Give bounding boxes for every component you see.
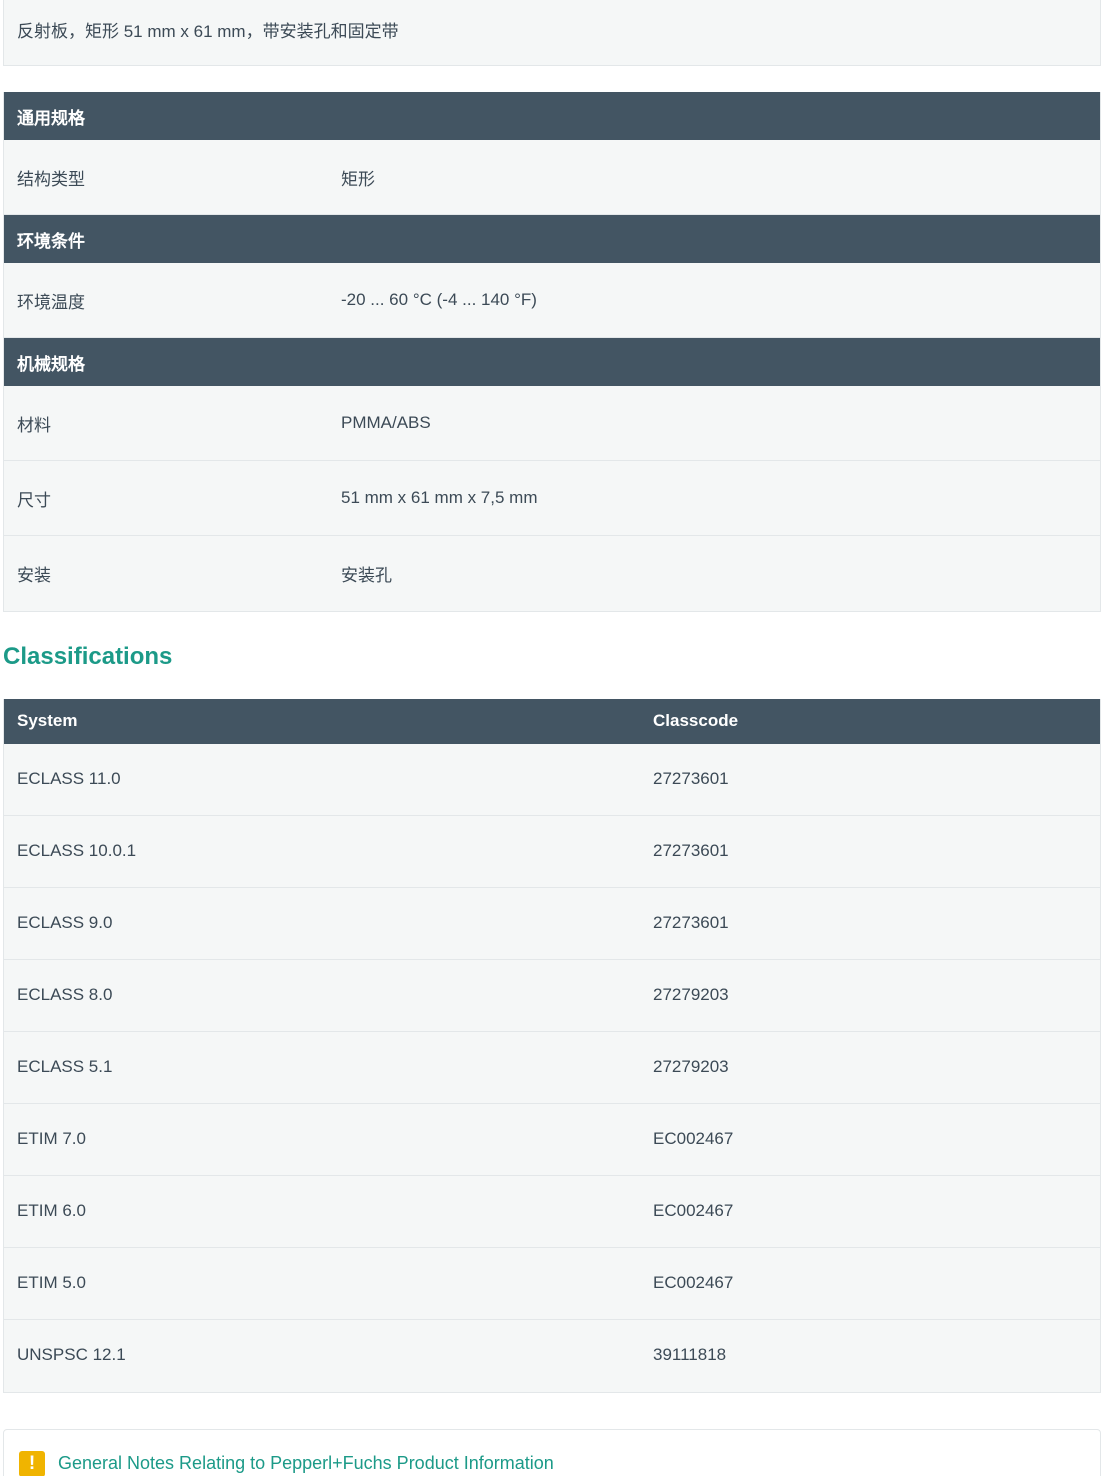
spec-section-mechanical-header: 机械规格: [4, 338, 1100, 386]
classcode-cell: 27279203: [653, 985, 729, 1004]
column-header-system: System: [17, 711, 78, 730]
table-row: ECLASS 9.0 27273601: [4, 888, 1100, 960]
section-title: 环境条件: [17, 231, 85, 251]
spec-row: 材料 PMMA/ABS: [4, 386, 1100, 461]
classcode-cell: EC002467: [653, 1201, 734, 1220]
section-title: 通用规格: [17, 108, 85, 128]
spec-label: 结构类型: [17, 169, 85, 189]
system-cell: ETIM 7.0: [17, 1129, 86, 1148]
product-description: 反射板，矩形 51 mm x 61 mm，带安装孔和固定带: [3, 0, 1101, 66]
section-title: 机械规格: [17, 354, 85, 374]
column-header-classcode: Classcode: [653, 711, 739, 730]
spec-value: -20 ... 60 °C (-4 ... 140 °F): [341, 290, 537, 309]
table-row: ETIM 6.0 EC002467: [4, 1176, 1100, 1248]
spec-section-general-header: 通用规格: [4, 92, 1100, 140]
table-row: ECLASS 11.0 27273601: [4, 744, 1100, 816]
classcode-cell: 27273601: [653, 769, 729, 788]
warning-icon: !: [19, 1451, 45, 1476]
spec-row: 安装 安装孔: [4, 536, 1100, 611]
system-cell: ETIM 6.0: [17, 1201, 86, 1220]
spec-label: 环境温度: [17, 292, 85, 312]
system-cell: ETIM 5.0: [17, 1273, 86, 1292]
classcode-cell: 27279203: [653, 1057, 729, 1076]
spec-value: 安装孔: [341, 566, 392, 585]
general-notes-box: ! General Notes Relating to Pepperl+Fuch…: [3, 1429, 1101, 1476]
table-row: UNSPSC 12.1 39111818: [4, 1320, 1100, 1392]
spec-label: 尺寸: [17, 490, 51, 510]
general-notes-link[interactable]: General Notes Relating to Pepperl+Fuchs …: [58, 1453, 554, 1474]
classcode-cell: EC002467: [653, 1273, 734, 1292]
spec-row: 环境温度 -20 ... 60 °C (-4 ... 140 °F): [4, 263, 1100, 338]
system-cell: ECLASS 5.1: [17, 1057, 113, 1076]
classcode-cell: 27273601: [653, 841, 729, 860]
table-row: ECLASS 5.1 27279203: [4, 1032, 1100, 1104]
classifications-header-row: System Classcode: [4, 699, 1100, 744]
spec-value: 51 mm x 61 mm x 7,5 mm: [341, 488, 538, 507]
system-cell: ECLASS 8.0: [17, 985, 113, 1004]
classcode-cell: 39111818: [653, 1345, 727, 1364]
system-cell: UNSPSC 12.1: [17, 1345, 126, 1364]
classcode-cell: EC002467: [653, 1129, 734, 1148]
classcode-cell: 27273601: [653, 913, 729, 932]
spec-row: 结构类型 矩形: [4, 140, 1100, 215]
spec-label: 安装: [17, 566, 51, 585]
spec-table: 通用规格 结构类型 矩形 环境条件 环境温度 -20 ... 60 °C (-4…: [3, 92, 1101, 612]
table-row: ECLASS 8.0 27279203: [4, 960, 1100, 1032]
product-description-text: 反射板，矩形 51 mm x 61 mm，带安装孔和固定带: [17, 22, 399, 41]
spec-row: 尺寸 51 mm x 61 mm x 7,5 mm: [4, 461, 1100, 536]
system-cell: ECLASS 9.0: [17, 913, 113, 932]
system-cell: ECLASS 11.0: [17, 769, 121, 788]
system-cell: ECLASS 10.0.1: [17, 841, 137, 860]
classifications-title: Classifications: [3, 643, 173, 670]
table-row: ETIM 7.0 EC002467: [4, 1104, 1100, 1176]
spec-section-environment-header: 环境条件: [4, 215, 1100, 263]
classifications-table: System Classcode ECLASS 11.0 27273601 EC…: [3, 699, 1101, 1393]
spec-label: 材料: [17, 415, 51, 435]
table-row: ECLASS 10.0.1 27273601: [4, 816, 1100, 888]
spec-value: 矩形: [341, 169, 375, 189]
table-row: ETIM 5.0 EC002467: [4, 1248, 1100, 1320]
spec-value: PMMA/ABS: [341, 413, 431, 432]
